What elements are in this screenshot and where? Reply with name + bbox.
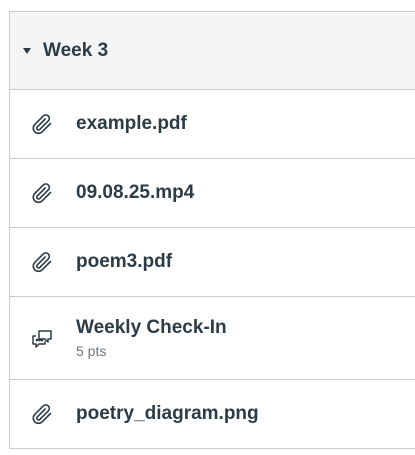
- points-label: 5 pts: [76, 343, 107, 359]
- module-title: Week 3: [43, 39, 109, 61]
- module-item: example.pdf: [10, 90, 415, 159]
- module-week-3: Week 3 example.pdf 09.08.25.mp4 poem3.pd…: [9, 11, 415, 449]
- paperclip-icon: [30, 181, 54, 205]
- module-item: poem3.pdf: [10, 228, 415, 297]
- item-title-link[interactable]: poetry_diagram.png: [76, 403, 259, 425]
- module-item: 09.08.25.mp4: [10, 159, 415, 228]
- discussion-icon: [30, 326, 54, 350]
- item-title-link[interactable]: Weekly Check-In: [76, 317, 227, 339]
- item-title-link[interactable]: 09.08.25.mp4: [76, 182, 194, 204]
- paperclip-icon: [30, 250, 54, 274]
- module-item: Weekly Check-In 5 pts: [10, 297, 415, 380]
- paperclip-icon: [30, 402, 54, 426]
- module-item: poetry_diagram.png: [10, 380, 415, 449]
- caret-down-icon[interactable]: [23, 48, 31, 54]
- item-title-link[interactable]: poem3.pdf: [76, 251, 172, 273]
- module-header[interactable]: Week 3: [10, 12, 415, 90]
- item-title-link[interactable]: example.pdf: [76, 113, 187, 135]
- paperclip-icon: [30, 112, 54, 136]
